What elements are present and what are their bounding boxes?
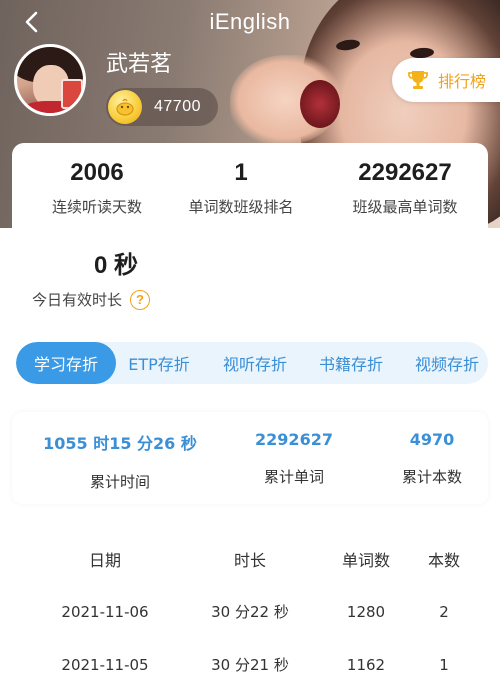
stat-today-duration: 0 秒 今日有效时长 ? (32, 245, 192, 310)
cell-duration: 30 分21 秒 (211, 656, 289, 674)
stat-label: 班级最高单词数 (352, 198, 458, 216)
cell-duration: 30 分22 秒 (211, 603, 289, 621)
total-label: 累计时间 (89, 473, 150, 491)
stat-value: 0 秒 (94, 252, 139, 279)
cell-books: 2 (439, 603, 449, 621)
column-date: 日期 (88, 551, 121, 570)
stat-class-rank: 1 单词数班级排名 (176, 159, 306, 217)
total-label: 累计单词 (263, 468, 324, 486)
totals-card: 1055 时15 分26 秒 累计时间 2292627 累计单词 4970 累计… (12, 412, 488, 504)
cell-date: 2021-11-06 (61, 603, 149, 621)
chevron-left-icon (25, 11, 38, 33)
table-row[interactable]: 2021-11-05 30 分21 秒 1162 1 (0, 650, 500, 680)
column-books: 本数 (427, 551, 460, 570)
trophy-icon (408, 71, 428, 89)
total-label: 累计本数 (401, 468, 462, 486)
cell-words: 1162 (346, 656, 386, 674)
cell-books: 1 (439, 656, 449, 674)
stat-value: 2292627 (358, 159, 452, 186)
tab-study-passbook[interactable]: 学习存折 (16, 342, 116, 384)
user-name: 武若茗 (106, 52, 173, 77)
total-words: 2292627 累计单词 (234, 430, 354, 487)
stat-value: 2006 (70, 159, 124, 186)
tab-audio-visual-passbook[interactable]: 视听存折 (208, 342, 302, 384)
total-value: 4970 (409, 430, 455, 449)
question-icon[interactable]: ? (130, 289, 151, 310)
total-books: 4970 累计本数 (382, 430, 482, 487)
total-value: 2292627 (255, 430, 333, 449)
tab-books-passbook[interactable]: 书籍存折 (304, 342, 398, 384)
total-value: 1055 时15 分26 秒 (43, 434, 197, 453)
page-title: iEnglish (209, 9, 291, 34)
leaderboard-button[interactable]: 排行榜 (392, 58, 500, 102)
tab-etp-passbook[interactable]: ETP存折 (116, 342, 202, 384)
column-duration: 时长 (233, 551, 266, 570)
avatar[interactable] (14, 44, 86, 116)
table-header: 日期 时长 单词数 本数 (0, 546, 500, 576)
back-button[interactable] (18, 8, 46, 36)
table-row[interactable]: 2021-11-06 30 分22 秒 1280 2 (0, 597, 500, 627)
stat-class-top-words: 2292627 班级最高单词数 (330, 159, 480, 217)
stat-value: 1 (234, 159, 248, 186)
coin-value: 47700 (154, 98, 201, 115)
total-time: 1055 时15 分26 秒 累计时间 (20, 430, 220, 492)
avatar-card (61, 79, 83, 109)
stat-label: 单词数班级排名 (188, 198, 294, 216)
column-words: 单词数 (341, 551, 390, 570)
passbook-tabs: 学习存折 ETP存折 视听存折 书籍存折 视频存折 (16, 342, 488, 384)
stats-card: 2006 连续听读天数 1 单词数班级排名 2292627 班级最高单词数 0 … (12, 143, 488, 315)
hero-photo-mouth (300, 80, 340, 128)
stat-label: 今日有效时长 (32, 291, 123, 309)
coin-balance: 47700 (106, 88, 218, 126)
top-bar: iEnglish (0, 0, 500, 44)
stat-label: 连续听读天数 (51, 198, 142, 216)
leaderboard-label: 排行榜 (438, 72, 487, 91)
tab-video-passbook[interactable]: 视频存折 (400, 342, 488, 384)
coin-icon (108, 90, 142, 124)
cell-date: 2021-11-05 (61, 656, 149, 674)
cell-words: 1280 (346, 603, 386, 621)
stat-streak-days: 2006 连续听读天数 (32, 159, 162, 217)
